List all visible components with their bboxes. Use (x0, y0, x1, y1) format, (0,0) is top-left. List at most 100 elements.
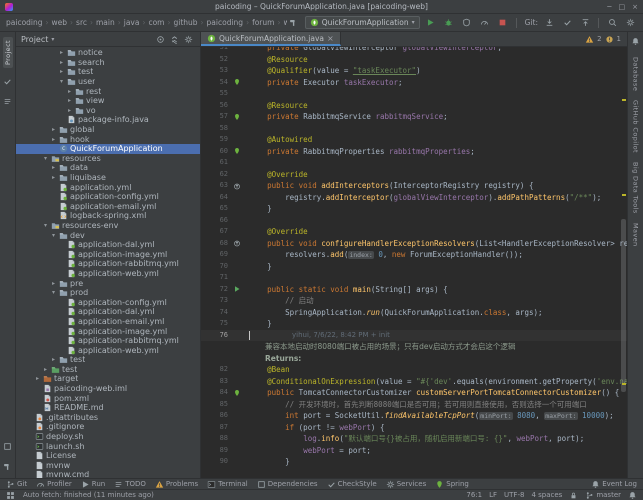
tool-window-services[interactable]: Services (386, 480, 427, 489)
chevron-right-icon[interactable]: ▸ (42, 366, 49, 373)
tool-window-event-log[interactable]: Event Log (591, 480, 637, 489)
tree-item[interactable]: application-image.yml (16, 326, 200, 336)
code-line[interactable]: 52 @Resource (201, 54, 627, 66)
run-button[interactable] (424, 16, 438, 29)
code-line[interactable]: 61 (201, 157, 627, 169)
tree-item[interactable]: ▾dev (16, 230, 200, 240)
tool-stripe-favorites[interactable] (3, 442, 12, 453)
tool-window-checkstyle[interactable]: CheckStyle (327, 480, 377, 489)
git-branch-widget[interactable]: master (585, 491, 621, 500)
run-icon[interactable] (233, 285, 241, 293)
chevron-down-icon[interactable]: ▾ (50, 232, 57, 239)
code-line[interactable]: 85 // 开发环境时，首先判断8080端口是否可用；若可用则直接使用，否则选择… (201, 399, 627, 411)
tree-item[interactable]: ▸hook (16, 134, 200, 144)
run-with-coverage-button[interactable] (460, 16, 474, 29)
tree-item[interactable]: ▸notice (16, 48, 200, 58)
code-line[interactable]: 54 private Executor taskExecutor; (201, 77, 627, 89)
bean-icon[interactable] (233, 78, 241, 86)
tree-item[interactable]: .gitattributes (16, 413, 200, 423)
chevron-right-icon[interactable]: ▸ (50, 126, 57, 133)
chevron-right-icon[interactable]: ▸ (50, 280, 57, 287)
tree-item[interactable]: .gitignore (16, 422, 200, 432)
tool-window-spring[interactable]: Spring (435, 480, 469, 489)
grid-icon[interactable] (6, 491, 15, 500)
indent-widget[interactable]: 4 spaces (531, 491, 562, 499)
code-line[interactable]: 86 int port = SocketUtil.findAvailableTc… (201, 410, 627, 422)
tree-item[interactable]: application-email.yml (16, 202, 200, 212)
tab-quickforumapplication[interactable]: QuickForumApplication.java × (201, 32, 341, 46)
select-opened-file-button[interactable] (153, 33, 167, 46)
tree-item[interactable]: ▸test (16, 365, 200, 375)
bean-icon[interactable] (233, 147, 241, 155)
breadcrumb-item[interactable]: com (148, 18, 164, 27)
chevron-right-icon[interactable]: ▸ (66, 97, 73, 104)
collapse-all-button[interactable] (167, 33, 181, 46)
code-line[interactable]: 84 public TomcatConnectorCustomizer cust… (201, 387, 627, 399)
bean-icon[interactable] (233, 113, 241, 121)
tree-item[interactable]: application-image.yml (16, 249, 200, 259)
chevron-right-icon[interactable]: ▸ (58, 59, 65, 66)
maximize-button[interactable]: □ (619, 3, 626, 11)
tree-item[interactable]: ▾user (16, 77, 200, 87)
code-line[interactable]: 75 } (201, 318, 627, 330)
code-line[interactable]: 62 @Override (201, 169, 627, 181)
tool-window-run[interactable]: Run (81, 480, 105, 489)
caret-position-widget[interactable]: 76:1 (466, 491, 482, 499)
chevron-down-icon[interactable]: ▾ (58, 78, 65, 85)
tool-window-todo[interactable]: TODO (114, 480, 146, 489)
warning-stripe-mark[interactable] (622, 194, 626, 196)
tree-item[interactable]: mvnw (16, 461, 200, 471)
debug-button[interactable] (442, 16, 456, 29)
chevron-right-icon[interactable]: ▸ (34, 375, 41, 382)
override-icon[interactable] (233, 182, 241, 190)
readonly-toggle[interactable] (569, 491, 578, 500)
tree-item[interactable]: ▸test (16, 67, 200, 77)
breadcrumb-item[interactable]: web (52, 18, 68, 27)
code-editor[interactable]: 51 private GlobalViewInterceptor globalV… (201, 47, 627, 478)
breadcrumb-item[interactable]: src (76, 18, 87, 27)
tree-item[interactable]: ▸global (16, 125, 200, 135)
bean-icon[interactable] (233, 389, 241, 397)
search-everywhere-button[interactable] (605, 16, 619, 29)
code-line[interactable]: 55 (201, 88, 627, 100)
tool-window-profiler[interactable]: Profiler (36, 480, 72, 489)
push-button[interactable] (578, 16, 592, 29)
encoding-widget[interactable]: UTF-8 (504, 491, 524, 499)
tool-stripe-maven[interactable]: Maven (632, 223, 640, 247)
tree-item[interactable]: application-dal.yml (16, 240, 200, 250)
tool-stripe-structure[interactable] (3, 97, 12, 108)
tree-item[interactable]: ▸pre (16, 278, 200, 288)
settings-button[interactable] (623, 16, 637, 29)
breadcrumb-item[interactable]: paicoding (6, 18, 43, 27)
tool-stripe-build[interactable] (3, 462, 12, 473)
chevron-down-icon[interactable]: ▾ (50, 289, 57, 296)
breadcrumb-item[interactable]: github (173, 18, 197, 27)
tree-item[interactable]: ▸test (16, 355, 200, 365)
code-line[interactable]: 63 public void addInterceptors(Intercept… (201, 180, 627, 192)
tree-item[interactable]: deploy.sh (16, 432, 200, 442)
panel-options-button[interactable] (181, 33, 195, 46)
code-line[interactable]: 60 private RabbitmqProperties rabbitmqPr… (201, 146, 627, 158)
code-line[interactable]: 59 @Autowired (201, 134, 627, 146)
code-line[interactable]: 53 @Qualifier(value = "taskExecutor") (201, 65, 627, 77)
tool-stripe-commit[interactable] (3, 77, 12, 88)
tree-item[interactable]: application-web.yml (16, 269, 200, 279)
tree-item[interactable]: paicoding-web.iml (16, 384, 200, 394)
tree-item[interactable]: application-rabbitmq.yml (16, 259, 200, 269)
tool-stripe-big-data-tools[interactable]: Big Data Tools (632, 162, 640, 214)
code-line[interactable]: 88 log.info("默认端口号{}被占用，随机启用新端口号: {}", w… (201, 433, 627, 445)
notifications-button[interactable] (628, 491, 637, 500)
tree-item[interactable]: README.md (16, 403, 200, 413)
code-line[interactable]: 66 (201, 215, 627, 227)
run-configuration-selector[interactable]: QuickForumApplication▾ (305, 16, 420, 29)
tool-stripe-notifications[interactable] (631, 37, 640, 48)
code-line[interactable]: 83 @ConditionalOnExpression(value = "#{'… (201, 376, 627, 388)
chevron-right-icon[interactable]: ▸ (66, 107, 73, 114)
code-line[interactable]: 72 public static void main(String[] args… (201, 284, 627, 296)
tool-stripe-database[interactable]: Database (632, 57, 640, 91)
tool-stripe-project[interactable]: Project (3, 37, 13, 68)
code-line[interactable]: 69 resolvers.add(index: 0, new ForumExce… (201, 249, 627, 261)
code-line[interactable]: 89 webPort = port; (201, 445, 627, 457)
profiler-button[interactable] (478, 16, 492, 29)
breadcrumb-item[interactable]: paicoding (207, 18, 244, 27)
